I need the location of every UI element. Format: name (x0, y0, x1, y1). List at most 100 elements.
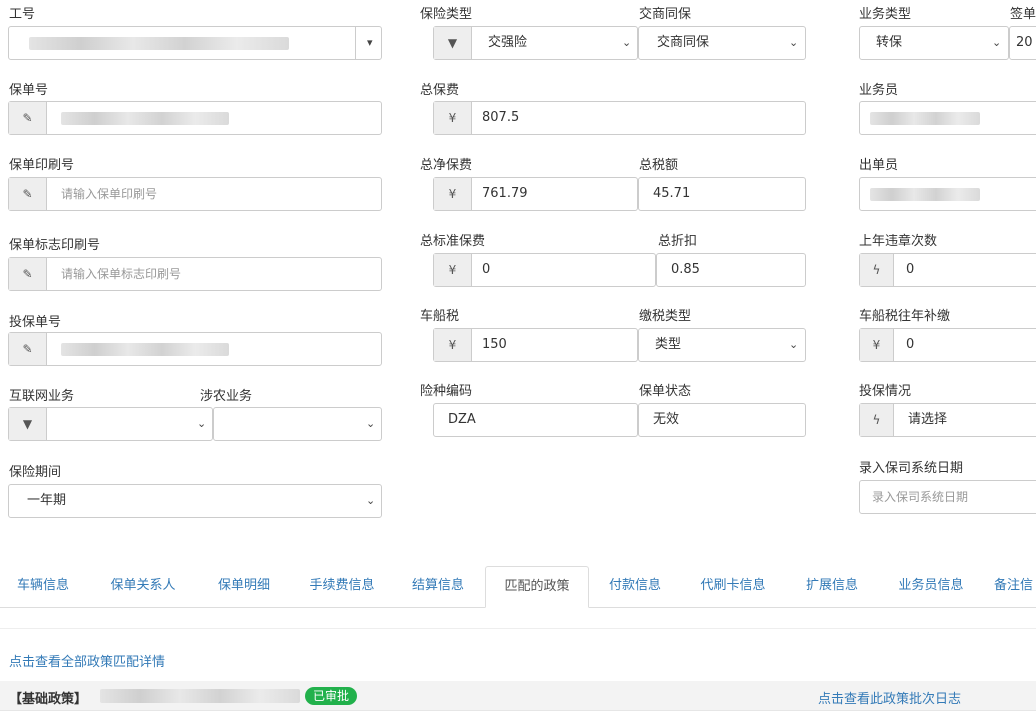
std-premium-label: 总标准保费 (420, 234, 486, 249)
agri-biz-select[interactable]: ⌄ (213, 407, 382, 441)
mark-print-no-field[interactable]: ✎ 请输入保单标志印刷号 (8, 257, 382, 291)
total-tax-value: 45.71 (653, 186, 691, 201)
vessel-tax-field[interactable]: ¥ 150 (433, 328, 638, 362)
insure-status-select[interactable]: ϟ 请选择 (859, 403, 1036, 437)
chevron-down-icon: ⌄ (789, 338, 799, 351)
vessel-tax-back-field[interactable]: ¥ 0 (859, 328, 1036, 362)
filter-icon: ▼ (434, 27, 472, 59)
tab-salesman-info[interactable]: 业务员信息 (888, 566, 974, 608)
biz-type-select[interactable]: 转保 ⌄ (859, 26, 1009, 60)
discount-label: 总折扣 (658, 234, 698, 249)
sign-date-value: 20 (1016, 35, 1033, 50)
approved-badge: 已审批 (305, 687, 358, 705)
redacted-text (61, 343, 229, 356)
internet-biz-select[interactable]: ▼ ⌄ (8, 407, 213, 441)
tax-type-select[interactable]: 类型 ⌄ (638, 328, 806, 362)
tab-vehicle-info[interactable]: 车辆信息 (8, 566, 78, 608)
policy-status-value: 无效 (653, 412, 680, 427)
tab-settlement-info[interactable]: 结算信息 (403, 566, 473, 608)
tab-card-swipe-info[interactable]: 代刷卡信息 (690, 566, 776, 608)
yuan-icon: ¥ (434, 329, 472, 361)
violations-label: 上年违章次数 (859, 234, 938, 249)
edit-icon: ✎ (9, 258, 47, 290)
tab-policy-details[interactable]: 保单明细 (204, 566, 284, 608)
issuer-field[interactable] (859, 177, 1036, 211)
total-premium-field[interactable]: ¥ 807.5 (433, 101, 806, 135)
print-no-placeholder: 请输入保单印刷号 (61, 187, 158, 201)
period-label: 保险期间 (9, 465, 62, 480)
salesman-label: 业务员 (859, 83, 899, 98)
chevron-down-icon: ⌄ (366, 417, 376, 430)
entry-date-field[interactable]: 录入保司系统日期 (859, 480, 1036, 514)
bolt-icon: ϟ (860, 254, 894, 286)
period-select[interactable]: 一年期 ⌄ (8, 484, 382, 518)
redacted-text (870, 112, 980, 125)
total-tax-field[interactable]: 45.71 (638, 177, 806, 211)
discount-value: 0.85 (671, 262, 700, 277)
biz-type-value: 转保 (876, 35, 903, 50)
std-premium-value: 0 (482, 262, 491, 277)
print-no-label: 保单印刷号 (9, 158, 75, 173)
tab-policy-parties[interactable]: 保单关系人 (98, 566, 188, 608)
policy-status-field[interactable]: 无效 (638, 403, 806, 437)
chevron-down-icon: ⌄ (992, 36, 1002, 49)
vessel-tax-value: 150 (482, 337, 507, 352)
redacted-text (29, 37, 289, 50)
yuan-icon: ¥ (434, 254, 472, 286)
risk-code-value: DZA (448, 412, 476, 427)
insurance-type-label: 保险类型 (420, 7, 473, 22)
total-premium-label: 总保费 (420, 83, 460, 98)
policy-no-field[interactable]: ✎ (8, 101, 382, 135)
vessel-tax-back-value: 0 (906, 337, 915, 352)
violations-field[interactable]: ϟ 0 (859, 253, 1036, 287)
proposal-no-field[interactable]: ✎ (8, 332, 382, 366)
employee-no-select[interactable]: ▾ (8, 26, 382, 60)
total-tax-label: 总税额 (639, 158, 679, 173)
net-premium-field[interactable]: ¥ 761.79 (433, 177, 638, 211)
tab-commission-info[interactable]: 手续费信息 (297, 566, 387, 608)
total-premium-value: 807.5 (482, 110, 520, 125)
tab-matched-policies[interactable]: 匹配的政策 (485, 566, 589, 608)
tab-extended-info[interactable]: 扩展信息 (797, 566, 867, 608)
agri-biz-label: 涉农业务 (200, 389, 253, 404)
jiaoshang-label: 交商同保 (639, 7, 692, 22)
risk-code-field[interactable]: DZA (433, 403, 638, 437)
tax-type-value: 类型 (655, 337, 682, 352)
insure-status-label: 投保情况 (859, 384, 912, 399)
period-value: 一年期 (27, 493, 67, 508)
vessel-tax-back-label: 车船税往年补缴 (859, 309, 951, 324)
chevron-down-icon: ▾ (367, 36, 373, 49)
entry-date-placeholder: 录入保司系统日期 (872, 490, 969, 504)
print-no-field[interactable]: ✎ 请输入保单印刷号 (8, 177, 382, 211)
chevron-down-icon: ⌄ (197, 417, 207, 430)
std-premium-field[interactable]: ¥ 0 (433, 253, 656, 287)
view-all-policy-link[interactable]: 点击查看全部政策匹配详情 (9, 651, 165, 670)
chevron-down-icon: ⌄ (789, 36, 799, 49)
insurance-type-value: 交强险 (488, 35, 528, 50)
tab-payment-info[interactable]: 付款信息 (599, 566, 671, 608)
yuan-icon: ¥ (434, 178, 472, 210)
net-premium-label: 总净保费 (420, 158, 473, 173)
jiaoshang-select[interactable]: 交商同保 ⌄ (638, 26, 806, 60)
sign-label: 签单 (1010, 7, 1036, 22)
policy-status-label: 保单状态 (639, 384, 692, 399)
tab-remarks[interactable]: 备注信 (994, 566, 1036, 608)
redacted-text (61, 112, 229, 125)
entry-date-label: 录入保司系统日期 (859, 461, 964, 476)
base-policy-row: 【基础政策】 已审批 点击查看此政策批次日志 (0, 681, 1036, 711)
discount-field[interactable]: 0.85 (656, 253, 806, 287)
mark-print-no-placeholder: 请输入保单标志印刷号 (61, 267, 182, 281)
base-policy-label: 【基础政策】 (9, 692, 88, 707)
chevron-down-icon: ⌄ (622, 36, 632, 49)
policy-no-label: 保单号 (9, 83, 49, 98)
chevron-down-icon: ⌄ (366, 494, 376, 507)
redacted-text (870, 188, 980, 201)
insurance-type-select[interactable]: ▼ 交强险 ⌄ (433, 26, 638, 60)
view-policy-log-link[interactable]: 点击查看此政策批次日志 (818, 688, 961, 707)
violations-value: 0 (906, 262, 915, 277)
sign-date-field[interactable]: 20 (1009, 26, 1036, 60)
bolt-icon: ϟ (860, 404, 894, 436)
insure-status-value: 请选择 (908, 412, 948, 427)
filter-icon: ▼ (9, 408, 47, 440)
salesman-field[interactable] (859, 101, 1036, 135)
